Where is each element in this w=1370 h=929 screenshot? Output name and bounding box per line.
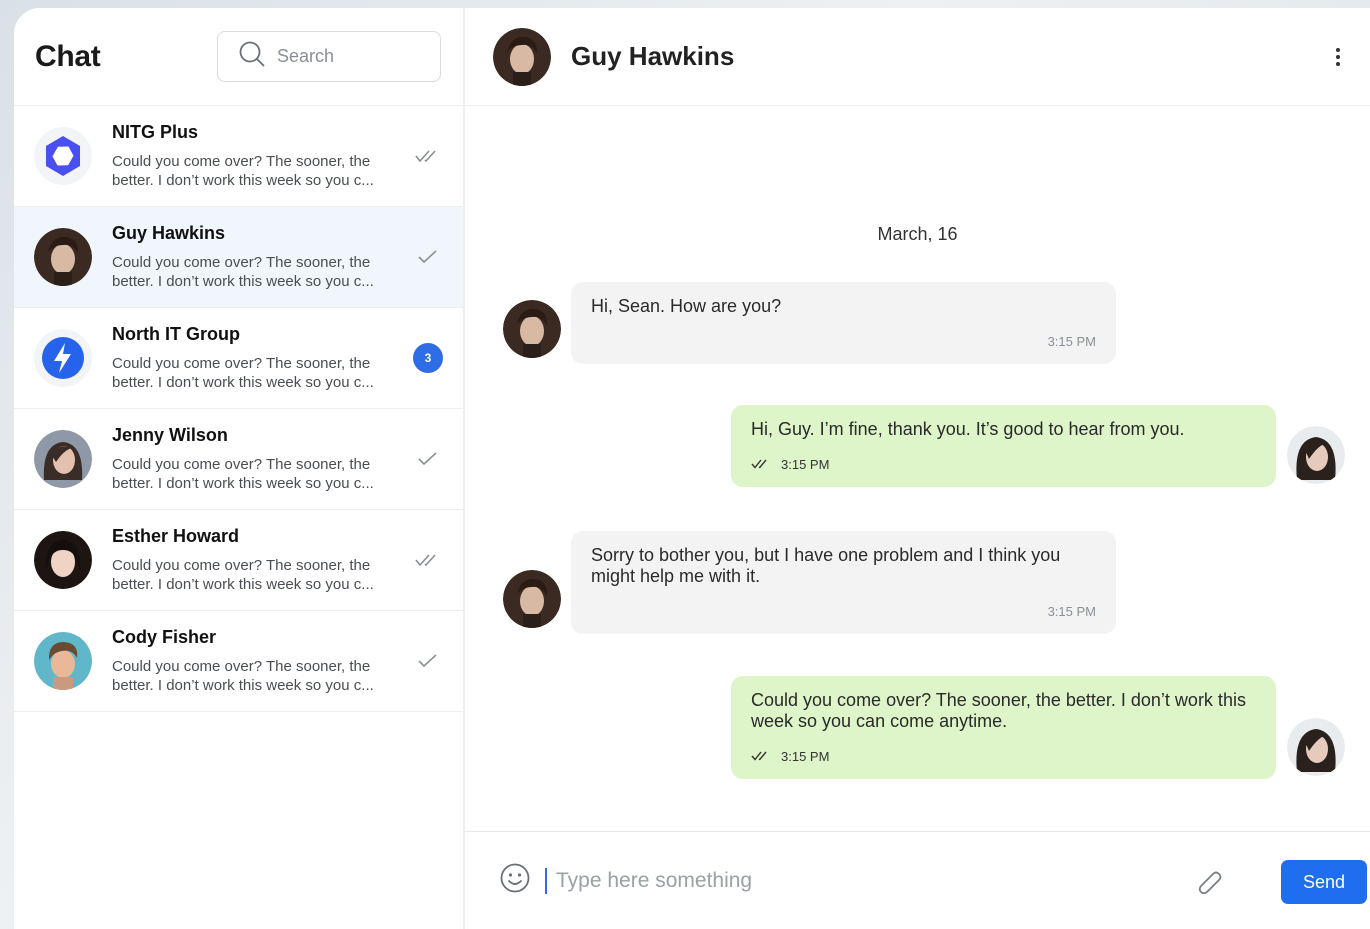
esther-howard-avatar xyxy=(34,531,92,589)
conversation-item-jenny-wilson[interactable]: Jenny Wilson Could you come over? The so… xyxy=(14,409,463,510)
message-bubble: Sorry to bother you, but I have one prob… xyxy=(571,531,1116,634)
double-check-icon xyxy=(751,454,771,475)
chat-pane: Guy Hawkins March, 16 Hi, Sean. How are … xyxy=(465,8,1370,929)
conversation-body: Guy Hawkins Could you come over? The soo… xyxy=(112,223,402,291)
conversation-item-north-it-group[interactable]: North IT Group Could you come over? The … xyxy=(14,308,463,409)
date-separator: March, 16 xyxy=(877,224,958,244)
conversation-sidebar: Chat NITG Plus Could you come over? The … xyxy=(14,8,465,929)
my-avatar xyxy=(1287,718,1345,776)
unread-badge-wrap: 3 xyxy=(413,343,443,373)
message-meta: 3:15 PM xyxy=(751,746,1256,767)
conversation-item-guy-hawkins[interactable]: Guy Hawkins Could you come over? The soo… xyxy=(14,207,463,308)
more-options-icon[interactable] xyxy=(1326,44,1350,70)
conversation-name: Guy Hawkins xyxy=(112,223,226,243)
check-icon xyxy=(413,242,443,272)
sender-avatar xyxy=(503,570,561,628)
double-check-icon xyxy=(413,141,443,171)
search-icon xyxy=(239,41,265,72)
conversation-body: Esther Howard Could you come over? The s… xyxy=(112,526,402,594)
message-time: 3:15 PM xyxy=(1047,604,1096,619)
conversation-item-esther-howard[interactable]: Esther Howard Could you come over? The s… xyxy=(14,510,463,611)
nitg-plus-logo-icon xyxy=(34,127,92,185)
send-button[interactable]: Send xyxy=(1281,860,1367,904)
north-it-group-logo-icon xyxy=(34,329,92,387)
my-avatar xyxy=(1287,426,1345,484)
emoji-icon[interactable] xyxy=(499,862,531,899)
conversation-preview: Could you come over? The sooner, the bet… xyxy=(112,254,374,290)
sidebar-header: Chat xyxy=(14,8,463,106)
message-text: Sorry to bother you, but I have one prob… xyxy=(591,545,1061,586)
sidebar-title: Chat xyxy=(35,39,101,73)
conversation-preview: Could you come over? The sooner, the bet… xyxy=(112,456,374,492)
conversation-preview: Could you come over? The sooner, the bet… xyxy=(112,658,374,694)
incoming-message: Hi, Sean. How are you? 3:15 PM xyxy=(571,282,1116,364)
search-box[interactable] xyxy=(217,31,441,82)
message-time: 3:15 PM xyxy=(1047,334,1096,349)
outgoing-message: Hi, Guy. I’m fine, thank you. It’s good … xyxy=(731,405,1276,487)
check-icon xyxy=(413,646,443,676)
conversation-name: North IT Group xyxy=(112,324,240,344)
message-text: Hi, Guy. I’m fine, thank you. It’s good … xyxy=(751,419,1185,439)
conversation-item-cody-fisher[interactable]: Cody Fisher Could you come over? The soo… xyxy=(14,611,463,712)
paperclip-icon[interactable] xyxy=(1196,868,1224,905)
conversation-name: Jenny Wilson xyxy=(112,425,228,445)
message-time: 3:15 PM xyxy=(781,457,830,472)
jenny-wilson-avatar xyxy=(34,430,92,488)
message-composer: Send xyxy=(465,831,1370,929)
message-thread: March, 16 Hi, Sean. How are you? 3:15 PM… xyxy=(465,106,1370,831)
message-meta: 3:15 PM xyxy=(751,454,1256,475)
message-bubble: Hi, Guy. I’m fine, thank you. It’s good … xyxy=(731,405,1276,487)
conversation-name: Esther Howard xyxy=(112,526,240,546)
message-input[interactable] xyxy=(545,867,1105,894)
conversation-body: Jenny Wilson Could you come over? The so… xyxy=(112,425,402,493)
unread-count-badge: 3 xyxy=(413,343,443,373)
message-bubble: Could you come over? The sooner, the bet… xyxy=(731,676,1276,779)
outgoing-message: Could you come over? The sooner, the bet… xyxy=(731,676,1276,779)
check-icon xyxy=(413,444,443,474)
conversation-body: North IT Group Could you come over? The … xyxy=(112,324,402,392)
guy-hawkins-avatar xyxy=(34,228,92,286)
message-text: Could you come over? The sooner, the bet… xyxy=(751,690,1246,731)
message-bubble: Hi, Sean. How are you? 3:15 PM xyxy=(571,282,1116,364)
conversation-name: NITG Plus xyxy=(112,122,199,142)
cody-fisher-avatar xyxy=(34,632,92,690)
contact-avatar[interactable] xyxy=(493,27,551,86)
conversation-preview: Could you come over? The sooner, the bet… xyxy=(112,153,374,189)
conversation-list: NITG Plus Could you come over? The soone… xyxy=(14,106,463,712)
incoming-message: Sorry to bother you, but I have one prob… xyxy=(571,531,1116,634)
conversation-item-nitg-plus[interactable]: NITG Plus Could you come over? The soone… xyxy=(14,106,463,207)
conversation-body: NITG Plus Could you come over? The soone… xyxy=(112,122,402,190)
double-check-icon xyxy=(751,746,771,767)
chat-app-window: Chat NITG Plus Could you come over? The … xyxy=(14,8,1370,929)
double-check-icon xyxy=(413,545,443,575)
sender-avatar xyxy=(503,300,561,358)
search-input[interactable] xyxy=(277,46,417,67)
conversation-body: Cody Fisher Could you come over? The soo… xyxy=(112,627,402,695)
conversation-name: Cody Fisher xyxy=(112,627,217,647)
message-text: Hi, Sean. How are you? xyxy=(591,296,782,316)
chat-header: Guy Hawkins xyxy=(465,8,1370,106)
conversation-preview: Could you come over? The sooner, the bet… xyxy=(112,557,374,593)
contact-name: Guy Hawkins xyxy=(571,41,735,71)
message-time: 3:15 PM xyxy=(781,749,830,764)
conversation-preview: Could you come over? The sooner, the bet… xyxy=(112,355,374,391)
